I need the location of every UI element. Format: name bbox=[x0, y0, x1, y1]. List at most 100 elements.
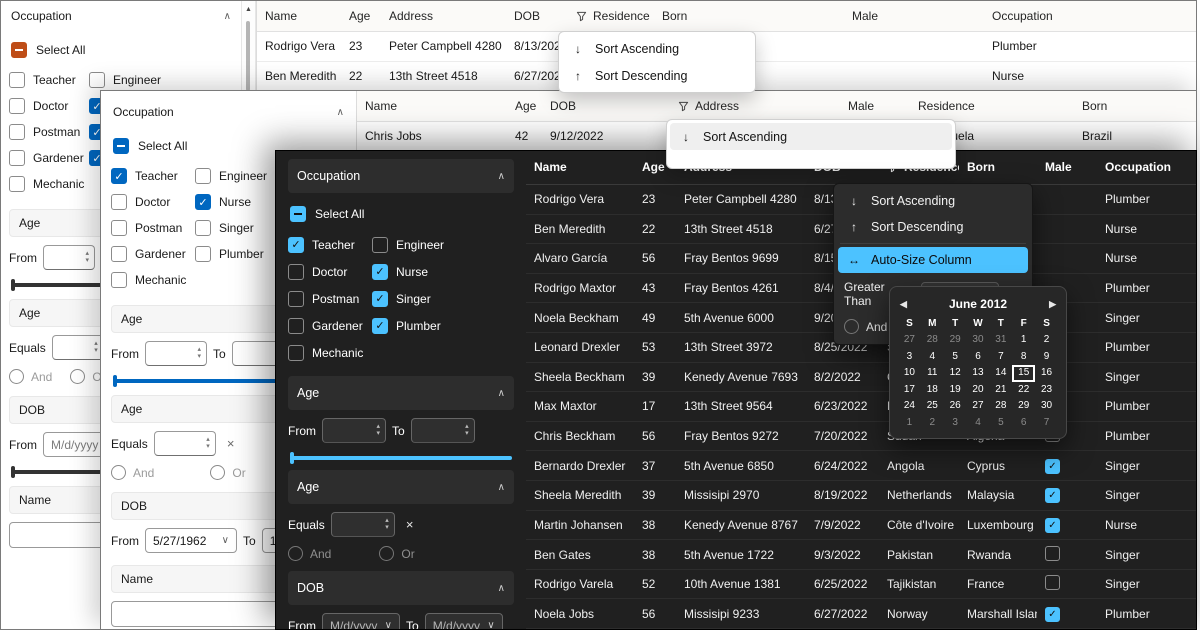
calendar-day[interactable]: 18 bbox=[921, 382, 944, 399]
calendar-day[interactable]: 8 bbox=[1012, 349, 1035, 366]
name-filter-input[interactable] bbox=[111, 601, 291, 627]
spinner-icon[interactable]: ▴▾ bbox=[206, 436, 210, 450]
or-radio[interactable] bbox=[210, 465, 226, 480]
calendar-day[interactable]: 1 bbox=[1012, 332, 1035, 349]
table-row[interactable]: Rodrigo Varela 52 10th Avenue 1381 6/25/… bbox=[526, 570, 1196, 600]
age-equals-input[interactable]: ▴ ▾ bbox=[153, 431, 216, 456]
filter-option-checkbox[interactable]: Teacher bbox=[288, 231, 372, 258]
calendar-day[interactable]: 6 bbox=[967, 349, 990, 366]
calendar-day[interactable]: 1 bbox=[898, 415, 921, 432]
table-row[interactable]: Sheela Meredith 39 Missisipi 2970 8/19/2… bbox=[526, 481, 1196, 511]
column-header-residence[interactable]: Residence bbox=[568, 9, 654, 23]
column-header-born[interactable]: Born bbox=[1074, 99, 1196, 113]
filter-option-checkbox[interactable]: Gardener bbox=[111, 241, 195, 267]
calendar-day[interactable]: 26 bbox=[944, 398, 967, 415]
calendar-day[interactable]: 4 bbox=[967, 415, 990, 432]
table-row[interactable]: Martin Johansen 38 Kenedy Avenue 8767 7/… bbox=[526, 511, 1196, 541]
calendar-day[interactable]: 24 bbox=[898, 398, 921, 415]
menu-item[interactable]: ↓ Sort Ascending bbox=[562, 35, 752, 62]
calendar-day[interactable]: 30 bbox=[1035, 398, 1058, 415]
and-radio[interactable] bbox=[288, 546, 303, 561]
calendar-day[interactable]: 23 bbox=[1035, 382, 1058, 399]
calendar-day[interactable]: 29 bbox=[944, 332, 967, 349]
calendar-day[interactable]: 29 bbox=[1012, 398, 1035, 415]
spinner-icon[interactable]: ▴▾ bbox=[376, 423, 380, 437]
male-checkbox[interactable] bbox=[1045, 606, 1060, 622]
column-header-name[interactable]: Name bbox=[526, 160, 634, 174]
clear-filter-icon[interactable]: × bbox=[401, 517, 419, 532]
calendar-day[interactable]: 10 bbox=[898, 365, 921, 382]
column-header-occupation[interactable]: Occupation bbox=[1097, 160, 1196, 174]
and-radio[interactable] bbox=[844, 319, 859, 334]
filter-option-checkbox[interactable]: Postman bbox=[9, 119, 89, 145]
age-from-input[interactable]: ▴ ▾ bbox=[145, 341, 207, 366]
scrollbar-thumb[interactable] bbox=[246, 21, 250, 91]
age-range-expander-header[interactable]: Age ∧ bbox=[288, 376, 514, 410]
filter-option-checkbox[interactable]: Nurse bbox=[372, 258, 514, 285]
age-to-input[interactable]: ▴▾ bbox=[410, 418, 475, 443]
table-row[interactable]: Bernardo Drexler 37 5th Avenue 6850 6/24… bbox=[526, 451, 1196, 482]
dob-from-picker[interactable]: M/d/yyyy ∨ bbox=[322, 613, 400, 629]
calendar-day[interactable]: 11 bbox=[921, 365, 944, 382]
calendar-day[interactable]: 4 bbox=[921, 349, 944, 366]
table-row[interactable]: Ben Gates 38 5th Avenue 1722 9/3/2022 Pa… bbox=[526, 540, 1196, 570]
table-row[interactable]: Max Maxtor 17 13th Street 9564 6/23/2022… bbox=[526, 392, 1196, 422]
filter-option-checkbox[interactable]: Singer bbox=[372, 285, 514, 312]
calendar-day[interactable]: 9 bbox=[1035, 349, 1058, 366]
menu-item-auto-size-column[interactable]: ↔ Auto-Size Column bbox=[838, 247, 1028, 273]
column-header-male[interactable]: Male bbox=[840, 99, 910, 113]
male-checkbox[interactable] bbox=[1045, 545, 1060, 561]
calendar-day[interactable]: 19 bbox=[944, 382, 967, 399]
male-checkbox[interactable] bbox=[1045, 488, 1060, 504]
or-radio[interactable] bbox=[70, 369, 86, 384]
calendar-day[interactable]: 17 bbox=[898, 382, 921, 399]
age-equals-expander-header[interactable]: Age ∧ bbox=[288, 470, 514, 504]
occupation-expander-header[interactable]: Occupation ∧ bbox=[288, 159, 514, 193]
filter-funnel-icon[interactable] bbox=[576, 11, 587, 22]
filter-option-checkbox[interactable]: Postman bbox=[111, 215, 195, 241]
or-radio[interactable] bbox=[379, 546, 395, 561]
age-from-input[interactable]: ▴ ▾ bbox=[43, 245, 95, 270]
select-all-checkbox[interactable]: Select All bbox=[11, 39, 231, 61]
scroll-up-icon[interactable]: ▲ bbox=[242, 6, 255, 13]
age-range-slider[interactable] bbox=[290, 452, 512, 464]
slider-thumb[interactable] bbox=[113, 375, 117, 387]
dob-expander-header[interactable]: DOB ∧ bbox=[288, 571, 514, 605]
column-header-born[interactable]: Born bbox=[959, 160, 1037, 174]
spinner-icon[interactable]: ▴▾ bbox=[94, 340, 98, 354]
male-checkbox[interactable] bbox=[1045, 458, 1060, 474]
occupation-expander-header[interactable]: Occupation ∧ bbox=[111, 99, 346, 125]
calendar-day[interactable]: 15 bbox=[1012, 365, 1035, 382]
column-header-age[interactable]: Age bbox=[341, 9, 381, 23]
column-header-name[interactable]: Name bbox=[257, 9, 341, 23]
slider-thumb[interactable] bbox=[11, 279, 15, 291]
column-header-male[interactable]: Male bbox=[844, 9, 984, 23]
calendar-day[interactable]: 7 bbox=[989, 349, 1012, 366]
male-checkbox[interactable] bbox=[1045, 517, 1060, 533]
calendar-next-icon[interactable]: ▶ bbox=[1047, 299, 1058, 310]
spinner-icon[interactable]: ▴▾ bbox=[197, 346, 201, 360]
calendar-day[interactable]: 5 bbox=[989, 415, 1012, 432]
and-radio[interactable] bbox=[111, 465, 126, 480]
calendar-day[interactable]: 6 bbox=[1012, 415, 1035, 432]
calendar-day[interactable]: 5 bbox=[944, 349, 967, 366]
filter-option-checkbox[interactable]: Teacher bbox=[9, 67, 89, 93]
filter-option-checkbox[interactable]: Engineer bbox=[372, 231, 514, 258]
calendar-day[interactable]: 30 bbox=[967, 332, 990, 349]
dob-from-picker[interactable]: 5/27/1962 ∨ bbox=[145, 528, 237, 553]
filter-funnel-icon[interactable] bbox=[678, 101, 689, 112]
menu-item-sort-descending[interactable]: ↑ Sort Descending bbox=[838, 214, 1028, 240]
column-header-residence[interactable]: Residence bbox=[910, 99, 1074, 113]
calendar-day[interactable]: 31 bbox=[989, 332, 1012, 349]
filter-option-checkbox[interactable]: Doctor bbox=[9, 93, 89, 119]
clear-filter-icon[interactable]: × bbox=[222, 436, 240, 451]
slider-thumb[interactable] bbox=[290, 452, 294, 464]
calendar-day[interactable]: 16 bbox=[1035, 365, 1058, 382]
spinner-icon[interactable]: ▴▾ bbox=[465, 423, 469, 437]
calendar-day[interactable]: 27 bbox=[898, 332, 921, 349]
calendar-day[interactable]: 28 bbox=[921, 332, 944, 349]
calendar-day[interactable]: 28 bbox=[989, 398, 1012, 415]
calendar-day[interactable]: 3 bbox=[944, 415, 967, 432]
spinner-icon[interactable]: ▴▾ bbox=[385, 517, 389, 531]
filter-option-checkbox[interactable]: Postman bbox=[288, 285, 372, 312]
